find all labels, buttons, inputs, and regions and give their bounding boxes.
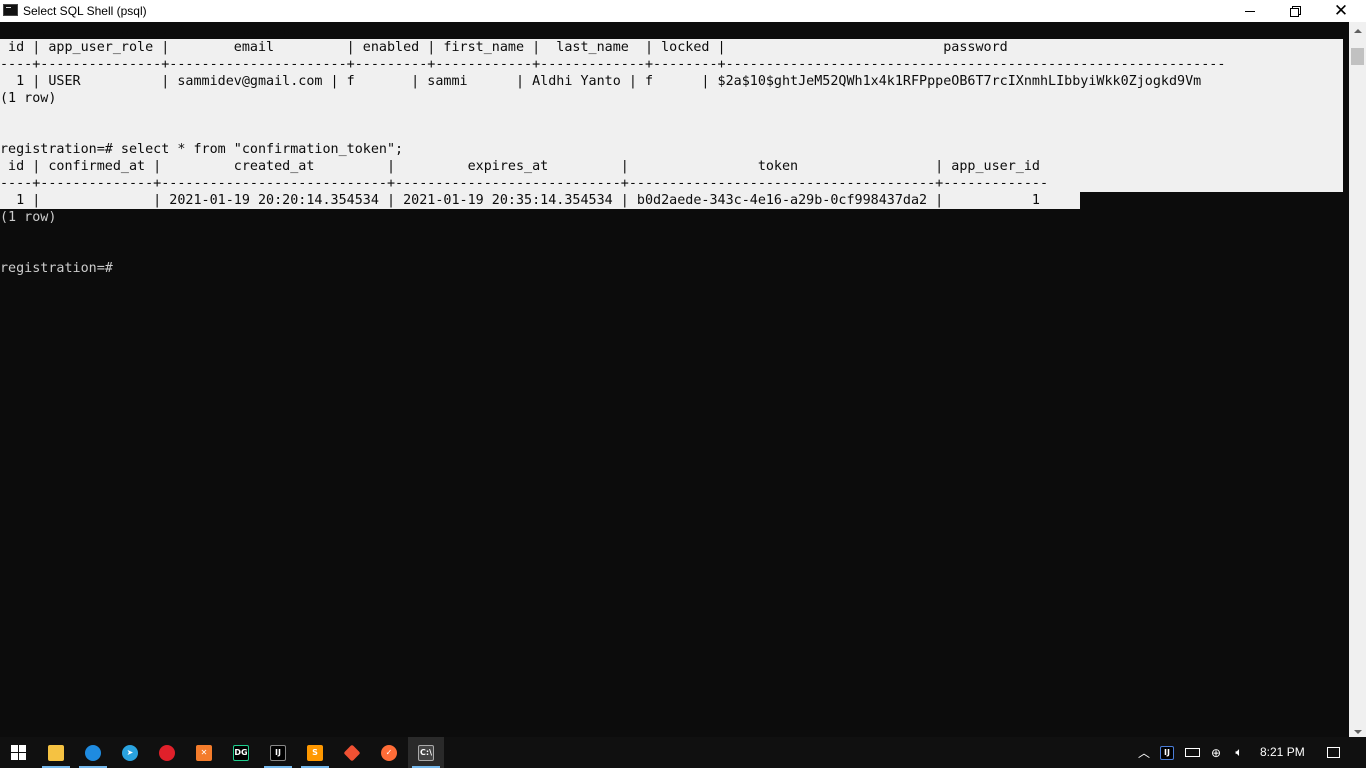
battery-icon: [1184, 748, 1200, 757]
taskbar-app-datagrip[interactable]: DG: [223, 737, 259, 768]
current-prompt[interactable]: registration=#: [0, 260, 113, 277]
battery-button[interactable]: [1182, 737, 1202, 768]
taskbar-app-sublime[interactable]: S: [297, 737, 333, 768]
intellij-icon: IJ: [270, 744, 286, 761]
prompt-line: registration=# select * from "confirmati…: [0, 142, 404, 157]
opera-icon: [159, 744, 175, 761]
console-area[interactable]: registration=# select * from app_user; i…: [0, 22, 1349, 740]
taskbar-app-xampp[interactable]: ✕: [186, 737, 222, 768]
taskbar-app-postman[interactable]: ✓: [371, 737, 407, 768]
windows-logo-icon: [10, 745, 26, 760]
close-icon: ✕: [1333, 0, 1349, 21]
network-button[interactable]: ⊕: [1206, 737, 1226, 768]
action-center-button[interactable]: [1321, 737, 1345, 768]
table-row: 1 | | 2021-01-19 20:20:14.354534 | 2021-…: [0, 193, 1040, 208]
folder-icon: [48, 744, 64, 761]
notification-icon: [1326, 747, 1340, 758]
git-icon: [343, 744, 361, 761]
postman-icon: ✓: [381, 744, 397, 761]
row-count: (1 row): [0, 91, 57, 106]
taskbar-app-intellij[interactable]: IJ: [260, 737, 296, 768]
tray-intellij-button[interactable]: IJ: [1157, 737, 1177, 768]
table-row: 1 | USER | sammidev@gmail.com | f | samm…: [0, 74, 1202, 89]
table-separator: ----+--------------+--------------------…: [0, 176, 1049, 191]
scroll-up-button[interactable]: [1349, 22, 1366, 39]
arrow-up-icon: [1353, 28, 1362, 33]
restore-button[interactable]: [1272, 0, 1318, 22]
console-window-icon: [3, 4, 18, 16]
datagrip-icon: DG: [233, 744, 249, 761]
taskbar-app-telegram[interactable]: ➤: [112, 737, 148, 768]
volume-button[interactable]: 🔈︎: [1229, 737, 1249, 768]
xampp-icon: ✕: [196, 744, 212, 761]
table-header-row: id | app_user_role | email | enabled | f…: [0, 40, 1008, 55]
vertical-scrollbar[interactable]: [1349, 22, 1366, 740]
scroll-thumb[interactable]: [1351, 48, 1364, 65]
speaker-icon: 🔈︎: [1235, 745, 1243, 759]
show-hidden-icons-button[interactable]: ︿: [1134, 737, 1154, 768]
taskbar-app-file-explorer[interactable]: [38, 737, 74, 768]
row-count: (1 row): [0, 210, 57, 225]
title-bar[interactable]: Select SQL Shell (psql) ✕: [0, 0, 1366, 22]
taskbar-clock[interactable]: 8:21 PM: [1260, 745, 1305, 759]
minimize-icon: [1245, 10, 1255, 12]
globe-icon: ⊕: [1210, 745, 1222, 760]
telegram-icon: ➤: [122, 744, 138, 761]
intellij-tray-icon: IJ: [1160, 745, 1174, 760]
chevron-up-icon: ︿: [1137, 746, 1150, 760]
taskbar-app-opera[interactable]: [149, 737, 185, 768]
taskbar-app-edge[interactable]: [75, 737, 111, 768]
edge-icon: [85, 744, 101, 761]
table-separator: ----+---------------+-------------------…: [0, 57, 1226, 72]
taskbar: ➤ ✕ DG IJ S ✓ C:\ ︿ IJ ⊕ 🔈︎ 8:21 PM: [0, 737, 1366, 768]
window-title: Select SQL Shell (psql): [23, 4, 147, 18]
prompt-line: registration=# select * from app_user;: [0, 23, 307, 38]
taskbar-app-git[interactable]: [334, 737, 370, 768]
table-header-row: id | confirmed_at | created_at | expires…: [0, 159, 1040, 174]
close-button[interactable]: ✕: [1318, 0, 1364, 22]
cmd-icon: C:\: [418, 744, 434, 761]
start-button[interactable]: [0, 737, 36, 768]
minimize-button[interactable]: [1227, 0, 1273, 22]
arrow-down-icon: [1353, 729, 1362, 734]
restore-icon: [1290, 6, 1301, 17]
sublime-icon: S: [307, 744, 323, 761]
taskbar-app-cmd[interactable]: C:\: [408, 737, 444, 768]
